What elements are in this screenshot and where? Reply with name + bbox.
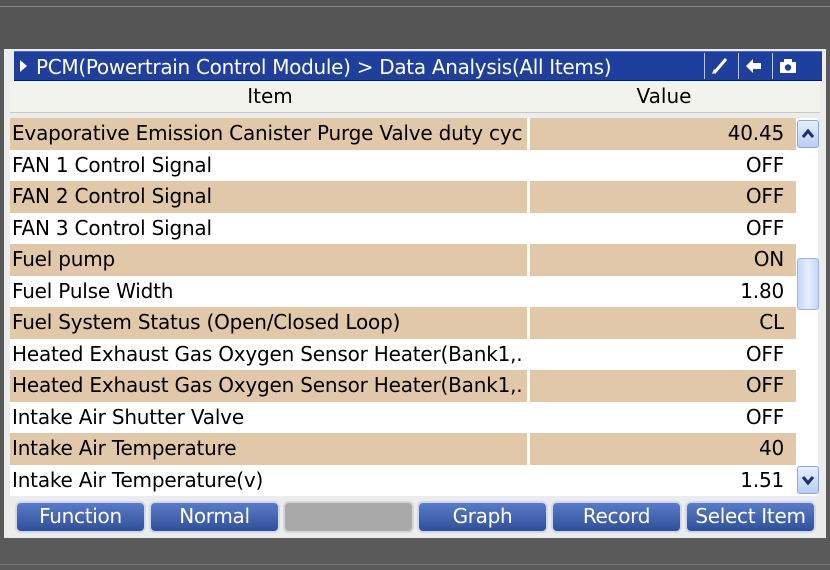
table-row[interactable]: FAN 3 Control Signal OFF xyxy=(10,212,796,244)
table-row[interactable]: Fuel Pulse Width 1.80 xyxy=(10,275,796,307)
item-value: OFF xyxy=(745,152,784,177)
table-row[interactable]: Heated Exhaust Gas Oxygen Sensor Heater(… xyxy=(10,338,796,370)
table-row[interactable]: FAN 1 Control Signal OFF xyxy=(10,149,796,181)
scroll-up-button[interactable] xyxy=(797,120,819,148)
table-row[interactable]: Fuel pump ON xyxy=(10,244,796,276)
back-arrow-icon xyxy=(746,59,761,73)
graph-button[interactable]: Graph xyxy=(417,501,548,533)
data-analysis-panel: PCM(Powertrain Control Module) > Data An… xyxy=(4,49,826,538)
item-value: CL xyxy=(759,310,784,334)
item-name: Intake Air Temperature xyxy=(12,436,237,460)
column-header-item: Item xyxy=(247,84,293,108)
back-button[interactable] xyxy=(738,53,768,79)
item-value: OFF xyxy=(745,184,784,208)
item-name: Heated Exhaust Gas Oxygen Sensor Heater(… xyxy=(12,341,524,366)
item-value: 40 xyxy=(758,436,784,460)
page-title: PCM(Powertrain Control Module) > Data An… xyxy=(36,55,612,79)
item-name: FAN 3 Control Signal xyxy=(12,215,212,240)
item-name: Fuel pump xyxy=(12,247,116,271)
table-row[interactable]: FAN 2 Control Signal OFF xyxy=(10,181,796,213)
table-row[interactable]: Intake Air Shutter Valve OFF xyxy=(10,401,796,433)
chevron-down-icon xyxy=(801,476,815,486)
item-value: OFF xyxy=(745,404,784,429)
item-value: OFF xyxy=(745,341,784,366)
table-row[interactable]: Intake Air Temperature 40 xyxy=(10,433,796,465)
function-button-bar: Function Normal Graph Record Select Item xyxy=(4,499,826,537)
brush-icon xyxy=(712,58,728,74)
item-name: Intake Air Temperature(v) xyxy=(12,467,264,492)
data-list: Evaporative Emission Canister Purge Valv… xyxy=(10,118,796,496)
item-name: Fuel Pulse Width xyxy=(12,278,174,303)
table-row[interactable]: Fuel System Status (Open/Closed Loop) CL xyxy=(10,307,796,339)
table-row[interactable]: Evaporative Emission Canister Purge Valv… xyxy=(10,118,796,150)
top-bezel xyxy=(0,0,830,49)
item-name: FAN 1 Control Signal xyxy=(12,152,212,177)
item-name: FAN 2 Control Signal xyxy=(12,184,212,208)
item-value: ON xyxy=(753,247,785,271)
record-button[interactable]: Record xyxy=(551,501,682,533)
brush-button[interactable] xyxy=(704,53,734,79)
function-button[interactable]: Function xyxy=(15,501,146,533)
item-name: Fuel System Status (Open/Closed Loop) xyxy=(12,310,401,334)
scroll-thumb[interactable] xyxy=(797,258,819,310)
select-item-button[interactable]: Select Item xyxy=(685,501,816,533)
scroll-down-button[interactable] xyxy=(797,466,819,494)
breadcrumb-arrow-icon xyxy=(20,60,27,72)
item-value: 1.51 xyxy=(740,467,784,492)
vertical-scrollbar[interactable] xyxy=(796,118,819,496)
item-name: Evaporative Emission Canister Purge Valv… xyxy=(12,121,524,145)
item-name: Intake Air Shutter Valve xyxy=(12,404,244,429)
empty-button xyxy=(283,501,414,533)
column-header: Item Value xyxy=(10,82,820,113)
title-bar: PCM(Powertrain Control Module) > Data An… xyxy=(14,51,822,81)
item-value: OFF xyxy=(745,373,784,397)
chevron-up-icon xyxy=(801,128,815,138)
normal-button[interactable]: Normal xyxy=(149,501,280,533)
table-row[interactable]: Heated Exhaust Gas Oxygen Sensor Heater(… xyxy=(10,370,796,402)
item-value: 40.45 xyxy=(727,121,784,145)
item-value: OFF xyxy=(745,215,784,240)
item-name: Heated Exhaust Gas Oxygen Sensor Heater(… xyxy=(12,373,524,397)
capture-button[interactable] xyxy=(772,53,802,79)
table-row[interactable]: Intake Air Temperature(v) 1.51 xyxy=(10,464,796,496)
column-header-value: Value xyxy=(636,84,692,108)
bottom-bezel xyxy=(0,538,830,570)
item-value: 1.80 xyxy=(740,278,784,303)
camera-icon xyxy=(780,59,796,73)
